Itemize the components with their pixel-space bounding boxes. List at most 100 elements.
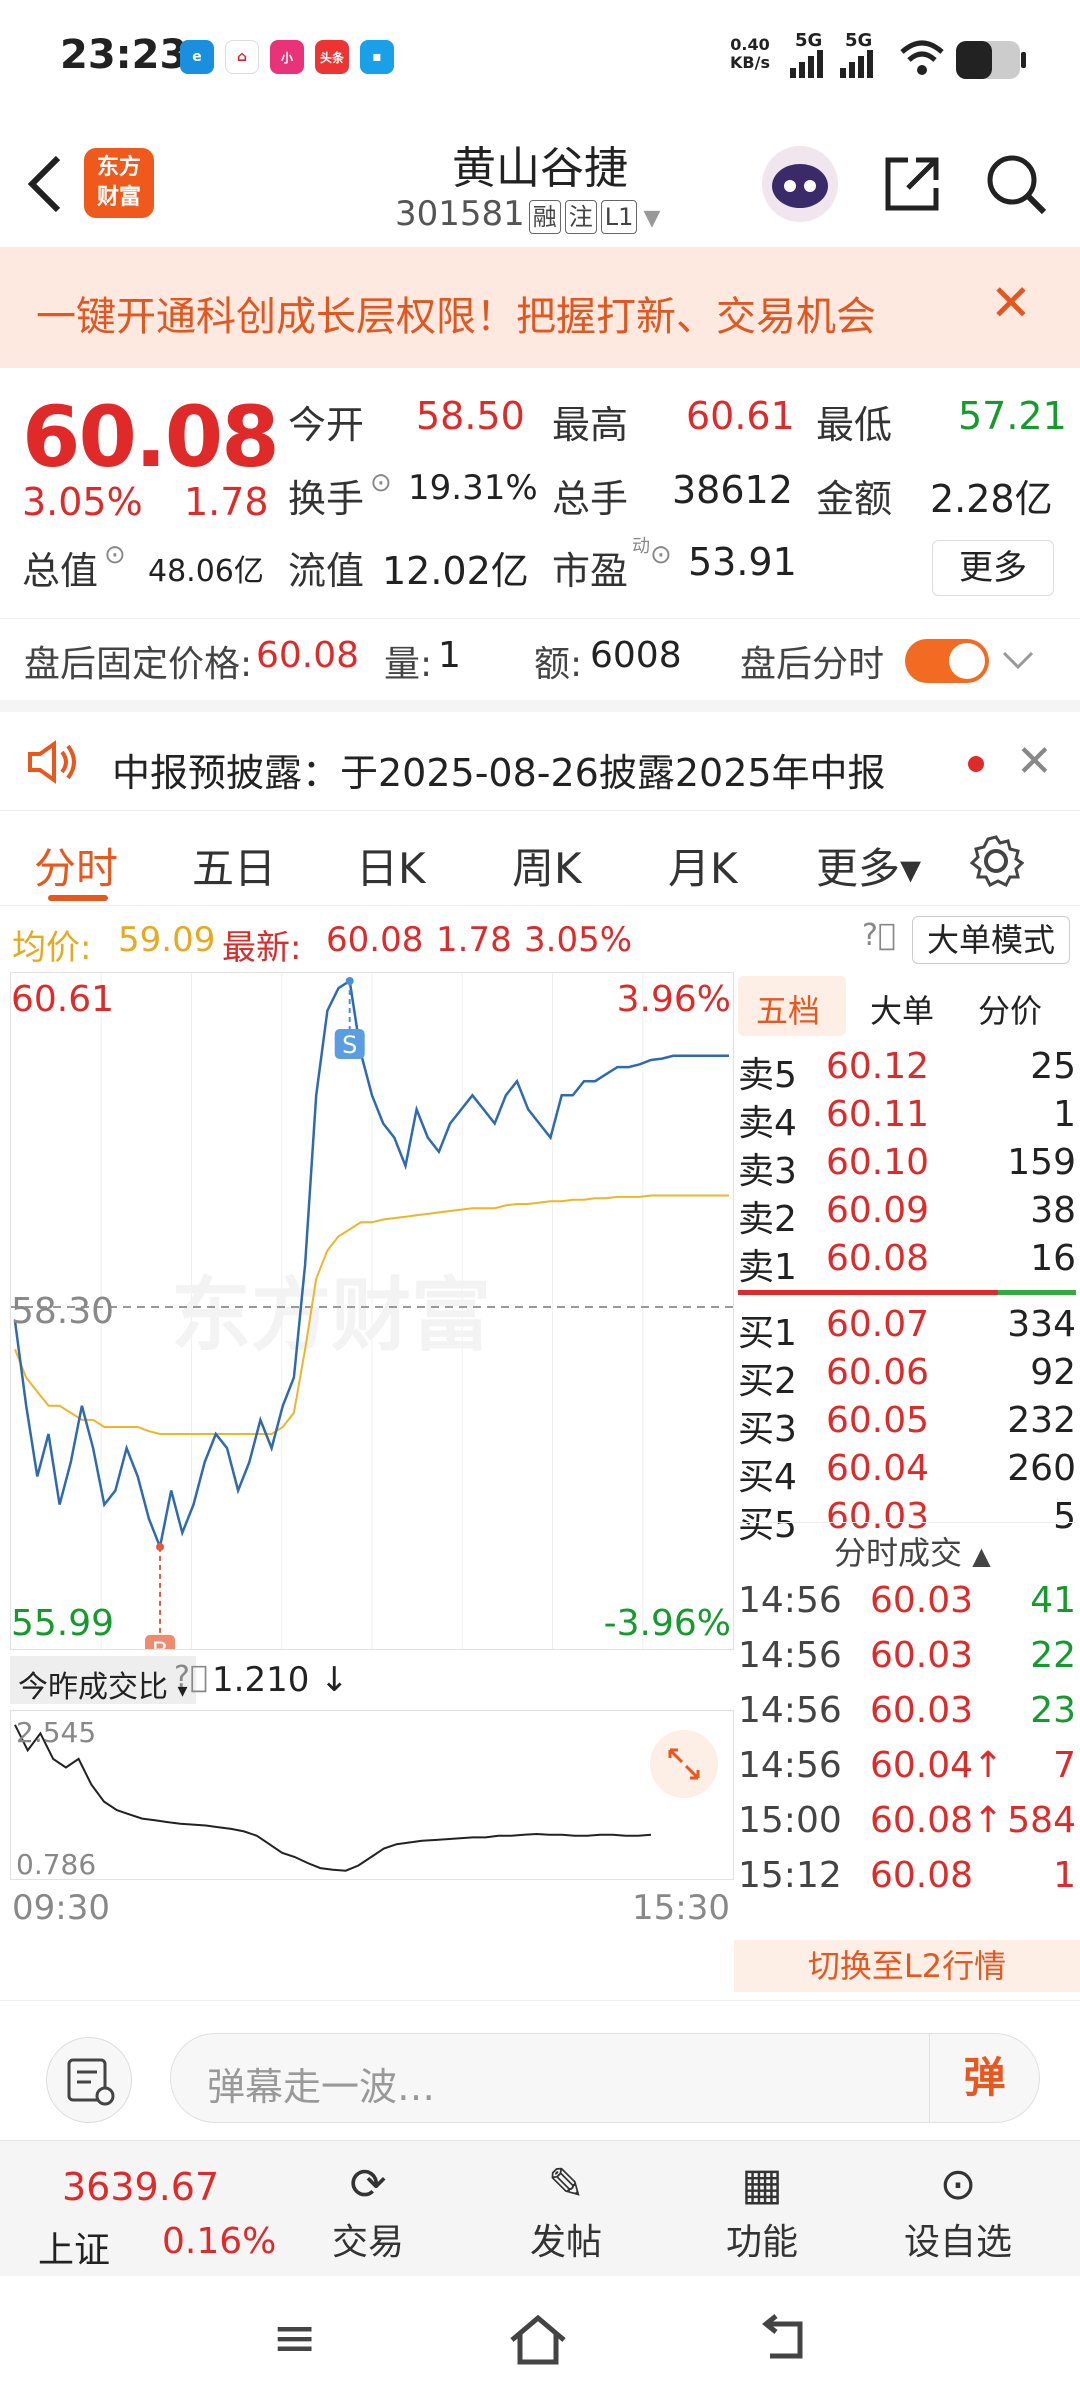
danmu-send-button[interactable]: 弹: [929, 2034, 1039, 2122]
nav-trade[interactable]: ⟳ 交易: [298, 2157, 438, 2265]
danmu-settings-button[interactable]: [46, 2037, 132, 2123]
info-icon[interactable]: ⊙: [370, 468, 392, 498]
ask-price: 60.09: [826, 1190, 930, 1231]
index-pct[interactable]: 0.16%: [162, 2221, 276, 2262]
ah-timeshare-toggle[interactable]: [905, 639, 989, 683]
bid-volume: 260: [1007, 1448, 1076, 1489]
volume-ratio-chart: [10, 1710, 734, 1880]
search-icon[interactable]: [984, 152, 1048, 216]
low-label: 最低: [816, 403, 893, 447]
stock-code-row[interactable]: 301581 融注 L1 ▼: [395, 194, 660, 234]
open-value: 58.50: [416, 394, 525, 438]
tab-month-k[interactable]: 月K: [668, 835, 738, 896]
turnover-value: 19.31%: [408, 468, 538, 508]
ask-row[interactable]: 卖3 60.10 159: [738, 1142, 1076, 1192]
time-start-label: 09:30: [12, 1888, 110, 1928]
nav-add-watchlist[interactable]: ⊙ 设自选: [888, 2157, 1028, 2265]
ask-volume: 159: [1007, 1142, 1076, 1183]
menu-icon[interactable]: ≡: [272, 2306, 317, 2369]
gear-icon[interactable]: [968, 833, 1024, 889]
tab-more[interactable]: 更多▾: [816, 835, 921, 896]
bid-row[interactable]: 买3 60.05 232: [738, 1400, 1076, 1450]
trades-title[interactable]: 分时成交 ▲: [834, 1528, 991, 1574]
ask-label: 卖5: [738, 1055, 797, 1096]
dropdown-icon: ▼: [643, 206, 661, 231]
trade-price: 60.03: [870, 1580, 974, 1621]
nav-functions[interactable]: ▦ 功能: [692, 2157, 832, 2265]
danmu-placeholder: 弹幕走一波…: [207, 2065, 436, 2109]
notice-bar[interactable]: 中报预披露：于2025-08-26披露2025年中报 ✕: [0, 700, 1080, 804]
signal-icon: 5G: [845, 30, 873, 51]
ask-label: 卖4: [738, 1103, 797, 1144]
trade-time: 14:56: [738, 1690, 842, 1731]
bid-row[interactable]: 买1 60.07 334: [738, 1304, 1076, 1354]
chevron-down-icon[interactable]: [1002, 649, 1034, 673]
help-icon[interactable]: ?⃝: [174, 1660, 208, 1695]
stock-header: 东方 财富 黄山谷捷 301581 融注 L1 ▼: [0, 118, 1080, 248]
bid-ask-bar-red: [738, 1290, 998, 1295]
help-icon[interactable]: ?⃝: [862, 918, 896, 953]
bid-row[interactable]: 买4 60.04 260: [738, 1448, 1076, 1498]
index-name[interactable]: 上证: [38, 2221, 110, 2273]
unread-dot: [968, 756, 984, 772]
tab-big-order[interactable]: 大单: [870, 986, 934, 1032]
tab-five-day[interactable]: 五日: [192, 835, 276, 896]
share-icon[interactable]: [880, 152, 944, 216]
high-label: 最高: [552, 403, 629, 447]
banner-text: 一键开通科创成长层权限！把握打新、交易机会: [36, 294, 876, 340]
tab-week-k[interactable]: 周K: [512, 835, 582, 896]
ratio-bottom-label: 0.786: [16, 1848, 97, 1881]
app-notify-icon: e: [180, 40, 214, 74]
tab-price-dist[interactable]: 分价: [978, 986, 1042, 1032]
chart-header: 均价: 59.09 最新: 60.08 1.78 3.05% ?⃝ 大单模式: [0, 908, 1080, 972]
bid-row[interactable]: 买2 60.06 92: [738, 1352, 1076, 1402]
indicator-select[interactable]: 今昨成交比 ▾: [10, 1656, 196, 1705]
tab-five-level[interactable]: 五档: [756, 986, 820, 1032]
nav-post[interactable]: ✎ 发帖: [496, 2157, 636, 2265]
quote-panel: 60.08 3.05% 1.78 今开 58.50 最高 60.61 最低 57…: [0, 368, 1080, 608]
switch-l2-button[interactable]: 切换至L2行情: [734, 1940, 1080, 1992]
signal-bars-icon: [790, 50, 823, 78]
change-pct: 3.05%: [22, 480, 143, 524]
pe-dynamic-mark: 动: [632, 536, 650, 557]
index-value[interactable]: 3639.67: [62, 2165, 219, 2209]
trade-row: 14:56 60.04↑ 7: [738, 1745, 1076, 1793]
volume-value: 38612: [672, 468, 793, 512]
bid-price: 60.06: [826, 1352, 930, 1393]
ai-assistant-icon[interactable]: [760, 144, 840, 224]
ask-label: 卖2: [738, 1199, 797, 1240]
ah-vol-label: 量:: [384, 644, 433, 685]
trade-price: 60.03: [870, 1635, 974, 1676]
bid-price: 60.04: [826, 1448, 930, 1489]
ask-row[interactable]: 卖1 60.08 16: [738, 1238, 1076, 1288]
tab-timeshare[interactable]: 分时: [34, 835, 118, 896]
info-icon[interactable]: ⊙: [104, 540, 126, 570]
more-button[interactable]: 更多: [932, 540, 1054, 596]
home-icon[interactable]: [506, 2312, 570, 2368]
timeshare-chart[interactable]: 东方财富 B S 60.61 3.96% 58.30 55.99 -3.96%: [10, 972, 734, 1650]
close-icon[interactable]: ✕: [1016, 736, 1053, 787]
info-icon[interactable]: ⊙: [650, 540, 672, 570]
bid-ask-bar-green: [998, 1290, 1076, 1295]
tab-day-k[interactable]: 日K: [356, 835, 426, 896]
back-nav-icon[interactable]: [756, 2312, 812, 2368]
ask-row[interactable]: 卖4 60.11 1: [738, 1094, 1076, 1144]
battery-icon: [956, 41, 1026, 79]
ask-row[interactable]: 卖2 60.09 38: [738, 1190, 1076, 1240]
close-icon[interactable]: ✕: [990, 274, 1032, 332]
notice-text: 中报预披露：于2025-08-26披露2025年中报: [112, 751, 886, 795]
volume-ratio-panel: 今昨成交比 ▾ ?⃝ 1.210 ↓ 2.545 0.786 09:30 15:…: [10, 1656, 734, 1936]
open-label: 今开: [288, 403, 365, 447]
expand-button[interactable]: [650, 1730, 718, 1798]
trade-volume: 22: [1030, 1635, 1076, 1676]
danmu-input[interactable]: 弹幕走一波… 弹: [170, 2033, 1040, 2123]
signal-icon: 5G: [795, 30, 823, 51]
bid-label: 买2: [738, 1361, 797, 1402]
ask-row[interactable]: 卖5 60.12 25: [738, 1046, 1076, 1096]
big-order-mode-button[interactable]: 大单模式: [912, 916, 1070, 964]
bid-volume: 232: [1007, 1400, 1076, 1441]
trade-price: 60.08↑: [870, 1800, 1004, 1841]
promo-banner[interactable]: 一键开通科创成长层权限！把握打新、交易机会 ✕: [0, 248, 1080, 368]
trade-row: 14:56 60.03 22: [738, 1635, 1076, 1683]
time-end-label: 15:30: [632, 1888, 730, 1928]
